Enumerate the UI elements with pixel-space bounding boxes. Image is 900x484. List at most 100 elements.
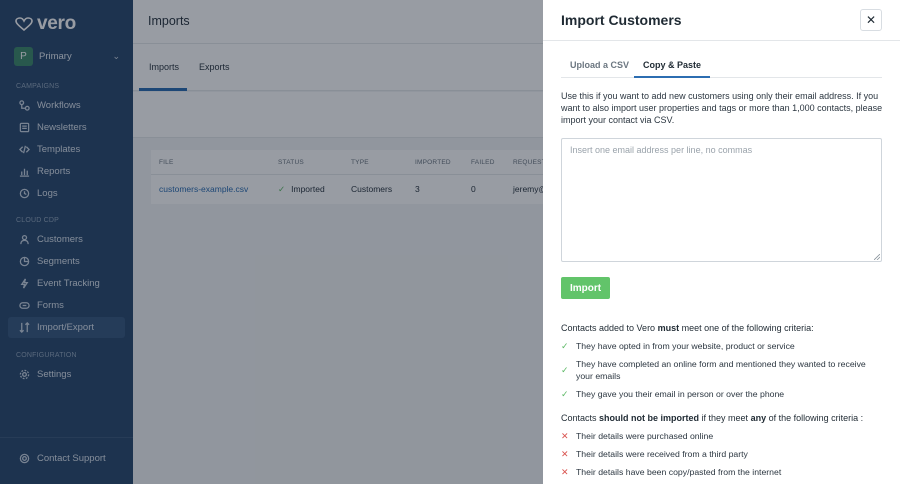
workflow-icon — [18, 100, 30, 112]
toolbar-area — [133, 92, 543, 138]
tab-exports[interactable]: Exports — [199, 62, 230, 72]
cross-icon: ✕ — [561, 467, 569, 477]
not-criteria-heading: Contacts should not be imported if they … — [561, 413, 863, 423]
section-label-campaigns: CAMPAIGNS — [16, 83, 60, 90]
sidebar-item-import-export[interactable]: Import/Export — [8, 317, 125, 338]
chevron-down-icon: ⌄ — [112, 51, 120, 61]
tab-imports[interactable]: Imports — [149, 62, 179, 72]
sidebar-item-forms[interactable]: Forms — [8, 295, 125, 316]
must-criteria-item: ✓ They have opted in from your website, … — [561, 341, 883, 353]
check-icon: ✓ — [278, 184, 286, 194]
active-tab-indicator — [139, 88, 187, 91]
must-criteria-heading: Contacts added to Vero must meet one of … — [561, 323, 814, 333]
cross-icon: ✕ — [561, 449, 569, 459]
column-header-failed: FAILED — [471, 159, 495, 166]
contact-support-link[interactable]: Contact Support — [8, 448, 125, 469]
sidebar-item-label: Logs — [37, 188, 58, 199]
sidebar-item-label: Templates — [37, 144, 81, 155]
sidebar-item-label: Reports — [37, 166, 71, 177]
vero-logo[interactable]: vero — [15, 13, 76, 35]
must-criteria-item: ✓ They have completed an online form and… — [561, 359, 883, 382]
heading-emphasis: should not be imported — [599, 413, 700, 423]
criteria-text: They have opted in from your website, pr… — [576, 341, 795, 351]
close-icon: ✕ — [865, 13, 877, 27]
support-icon — [18, 453, 30, 465]
sidebar-item-newsletters[interactable]: Newsletters — [8, 117, 125, 138]
heading-part: Contacts — [561, 413, 600, 423]
heading-emphasis: must — [657, 323, 680, 333]
tab-copy-paste[interactable]: Copy & Paste — [634, 50, 711, 78]
tab-upload-csv[interactable]: Upload a CSV — [561, 50, 638, 77]
page-tabs: Imports Exports — [133, 44, 543, 91]
pie-icon — [18, 256, 30, 268]
sidebar-item-label: Contact Support — [37, 453, 106, 464]
file-link[interactable]: customers-example.csv — [159, 184, 248, 194]
criteria-text: They have completed an online form and m… — [576, 359, 866, 381]
resize-grip-icon[interactable] — [874, 254, 880, 260]
status-cell: ✓ Imported — [278, 184, 325, 195]
criteria-text: They gave you their email in person or o… — [576, 389, 785, 399]
criteria-text: Their details were purchased online — [576, 431, 714, 441]
main-content: Imports Imports Exports FILE STATUS TYPE… — [133, 0, 547, 484]
sidebar-item-customers[interactable]: Customers — [8, 229, 125, 250]
sidebar-item-label: Newsletters — [37, 122, 87, 133]
workspace-avatar: P — [14, 47, 33, 66]
not-criteria-item: ✕ Their details were purchased online — [561, 431, 883, 443]
sidebar-divider — [0, 437, 133, 438]
section-label-configuration: CONFIGURATION — [16, 352, 77, 359]
not-criteria-item: ✕ Their details have been copy/pasted fr… — [561, 467, 883, 479]
column-header-type: TYPE — [351, 159, 369, 166]
failed-cell: 0 — [471, 184, 476, 194]
email-list-textarea[interactable] — [561, 138, 882, 262]
modal-header: Import Customers ✕ — [543, 0, 900, 41]
import-method-tabs: Upload a CSV Copy & Paste — [561, 50, 882, 78]
logo-text: vero — [37, 13, 76, 34]
imported-cell: 3 — [415, 184, 420, 194]
sidebar-item-segments[interactable]: Segments — [8, 251, 125, 272]
newsletter-icon — [18, 122, 30, 134]
column-header-file: FILE — [159, 159, 174, 166]
cross-icon: ✕ — [561, 431, 569, 441]
instructions-text: Use this if you want to add new customer… — [561, 91, 883, 125]
check-icon: ✓ — [561, 389, 569, 399]
sidebar-item-label: Workflows — [37, 100, 81, 111]
not-criteria-item: ✕ Their details were received from a thi… — [561, 449, 883, 461]
page-header: Imports — [133, 0, 543, 44]
sidebar-item-label: Import/Export — [37, 322, 95, 333]
heart-logo-icon — [15, 17, 33, 31]
column-header-imported: IMPORTED — [415, 159, 451, 166]
gear-icon — [18, 369, 30, 381]
section-label-cloud-cdp: CLOUD CDP — [16, 217, 60, 224]
heading-part: meet one of the following criteria: — [679, 323, 814, 333]
sidebar-item-label: Settings — [37, 369, 72, 380]
heading-part: Contacts added to Vero — [561, 323, 658, 333]
sidebar-item-templates[interactable]: Templates — [8, 139, 125, 160]
heading-emphasis: any — [750, 413, 767, 423]
must-criteria-item: ✓ They gave you their email in person or… — [561, 389, 883, 401]
check-icon: ✓ — [561, 365, 569, 375]
close-button[interactable]: ✕ — [860, 9, 882, 31]
criteria-text: Their details have been copy/pasted from… — [576, 467, 782, 477]
form-icon — [18, 300, 30, 312]
sidebar-item-workflows[interactable]: Workflows — [8, 95, 125, 116]
criteria-text: Their details were received from a third… — [576, 449, 748, 459]
sidebar: vero P Primary ⌄ CAMPAIGNS Workflows New… — [0, 0, 133, 484]
code-icon — [18, 144, 30, 156]
sidebar-item-label: Forms — [37, 300, 64, 311]
column-header-status: STATUS — [278, 159, 304, 166]
sidebar-item-label: Segments — [37, 256, 80, 267]
heading-part: if they meet — [699, 413, 751, 423]
sidebar-item-logs[interactable]: Logs — [8, 183, 125, 204]
sidebar-item-label: Customers — [37, 234, 83, 245]
status-text: Imported — [291, 184, 325, 194]
sidebar-item-event-tracking[interactable]: Event Tracking — [8, 273, 125, 294]
import-button[interactable]: Import — [561, 277, 610, 299]
sidebar-item-label: Event Tracking — [37, 278, 100, 289]
table-divider — [151, 174, 543, 175]
type-cell: Customers — [351, 184, 393, 194]
workspace-switcher[interactable]: P Primary ⌄ — [14, 46, 120, 67]
workspace-name: Primary — [39, 51, 72, 62]
clock-icon — [18, 188, 30, 200]
sidebar-item-reports[interactable]: Reports — [8, 161, 125, 182]
sidebar-item-settings[interactable]: Settings — [8, 364, 125, 385]
